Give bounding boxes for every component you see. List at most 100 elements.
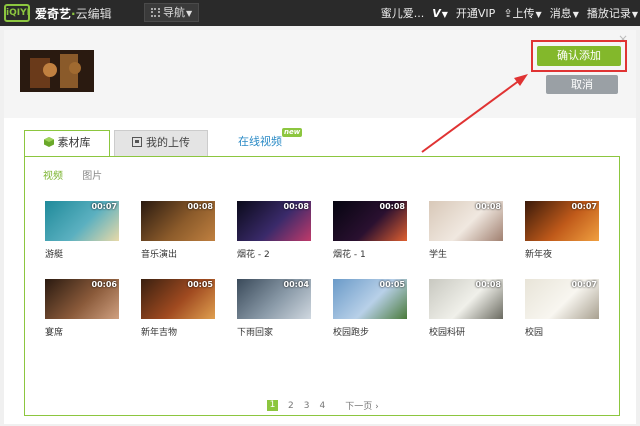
page-3[interactable]: 3 bbox=[304, 401, 310, 411]
cube-icon bbox=[43, 137, 54, 147]
video-duration: 00:05 bbox=[187, 280, 213, 289]
video-thumbnail[interactable]: 00:05 bbox=[141, 279, 215, 319]
upload-box-icon bbox=[132, 137, 142, 147]
video-title: 新年夜 bbox=[525, 250, 553, 260]
video-duration: 00:08 bbox=[283, 202, 309, 211]
chevron-down-icon: ▼ bbox=[631, 10, 638, 19]
chevron-down-icon: ▼ bbox=[441, 9, 448, 19]
messages-menu[interactable]: 消息▼ bbox=[550, 5, 579, 21]
cancel-button[interactable]: 取消 bbox=[546, 75, 618, 94]
history-label: 播放记录 bbox=[586, 7, 631, 20]
video-card[interactable]: 00:07 新年夜 bbox=[525, 201, 599, 260]
video-title: 烟花 - 2 bbox=[237, 250, 270, 260]
video-duration: 00:07 bbox=[571, 280, 597, 289]
video-title: 音乐演出 bbox=[141, 250, 178, 260]
tab-library[interactable]: 素材库 bbox=[24, 130, 110, 156]
video-thumbnail[interactable]: 00:08 bbox=[333, 201, 407, 241]
user-name: 蜜儿爱... bbox=[380, 7, 425, 20]
page-4[interactable]: 4 bbox=[319, 401, 325, 411]
video-title: 校园跑步 bbox=[333, 328, 370, 338]
video-card[interactable]: 00:07 游艇 bbox=[45, 201, 119, 260]
grid-icon bbox=[151, 8, 160, 17]
video-thumbnail[interactable]: 00:07 bbox=[525, 201, 599, 241]
video-card[interactable]: 00:05 新年吉物 bbox=[141, 279, 215, 338]
material-panel: 视频 图片 00:07 游艇 00:08 音乐演出 00:08 烟花 - 2 00:08 烟花… bbox=[24, 156, 620, 416]
iqiyi-logo[interactable]: iQIYI bbox=[4, 4, 30, 22]
video-thumbnail[interactable]: 00:06 bbox=[45, 279, 119, 319]
video-title: 烟花 - 1 bbox=[333, 250, 366, 260]
video-duration: 00:08 bbox=[379, 202, 405, 211]
confirm-highlight-box: 确认添加 bbox=[531, 40, 627, 72]
vip-level-icon[interactable]: V▼ bbox=[432, 7, 448, 20]
new-badge: new bbox=[282, 128, 303, 137]
video-duration: 00:08 bbox=[187, 202, 213, 211]
next-page-label: 下一页 bbox=[345, 402, 373, 412]
chevron-down-icon: ▼ bbox=[535, 10, 542, 19]
media-type-tabs: 视频 图片 bbox=[43, 167, 118, 182]
video-title: 下雨回家 bbox=[237, 328, 274, 338]
page-current[interactable]: 1 bbox=[267, 400, 278, 411]
video-title: 校园 bbox=[525, 328, 544, 338]
video-card[interactable]: 00:05 校园跑步 bbox=[333, 279, 407, 338]
video-title: 学生 bbox=[429, 250, 448, 260]
video-thumbnail[interactable]: 00:04 bbox=[237, 279, 311, 319]
subtab-video[interactable]: 视频 bbox=[43, 171, 63, 182]
open-vip-link[interactable]: 开通VIP bbox=[456, 5, 495, 21]
confirm-add-button[interactable]: 确认添加 bbox=[537, 46, 621, 66]
top-bar: iQIYI 爱奇艺·云编辑 导航▼ 蜜儿爱... V▼ 开通VIP ⇪上传▼ 消… bbox=[0, 0, 640, 26]
upload-label: 上传 bbox=[512, 7, 535, 20]
vip-mark: V bbox=[432, 6, 441, 20]
tab-my-uploads[interactable]: 我的上传 bbox=[114, 130, 208, 156]
chevron-down-icon: ▼ bbox=[572, 10, 579, 19]
video-duration: 00:04 bbox=[283, 280, 309, 289]
add-material-dialog: × 确认添加 取消 素材库 我的上传 在线视频 new 视频 图片 00:07 游… bbox=[4, 30, 636, 424]
subtab-image[interactable]: 图片 bbox=[82, 171, 102, 182]
video-duration: 00:08 bbox=[475, 202, 501, 211]
video-thumbnail[interactable]: 00:05 bbox=[333, 279, 407, 319]
history-menu[interactable]: 播放记录▼ bbox=[587, 5, 638, 21]
pagination: 1 2 3 4 下一页 › bbox=[267, 399, 379, 412]
brand-title[interactable]: 爱奇艺·云编辑 bbox=[35, 5, 112, 22]
video-thumbnail[interactable]: 00:07 bbox=[525, 279, 599, 319]
video-title: 宴席 bbox=[45, 328, 64, 338]
video-thumbnail[interactable]: 00:08 bbox=[429, 279, 503, 319]
video-card[interactable]: 00:08 学生 bbox=[429, 201, 503, 260]
messages-label: 消息 bbox=[549, 7, 572, 20]
selected-clip-thumbnail bbox=[20, 50, 94, 92]
nav-menu-button[interactable]: 导航▼ bbox=[144, 3, 200, 22]
tab-library-label: 素材库 bbox=[57, 136, 91, 149]
video-duration: 00:07 bbox=[91, 202, 117, 211]
video-card[interactable]: 00:04 下雨回家 bbox=[237, 279, 311, 338]
upload-menu[interactable]: ⇪上传▼ bbox=[503, 5, 541, 21]
video-duration: 00:08 bbox=[475, 280, 501, 289]
video-thumbnail[interactable]: 00:07 bbox=[45, 201, 119, 241]
video-card[interactable]: 00:08 音乐演出 bbox=[141, 201, 215, 260]
upload-icon: ⇪ bbox=[503, 7, 513, 20]
video-thumbnail[interactable]: 00:08 bbox=[237, 201, 311, 241]
chevron-down-icon: ▼ bbox=[186, 9, 193, 18]
video-title: 游艇 bbox=[45, 250, 64, 260]
video-card[interactable]: 00:08 校园科研 bbox=[429, 279, 503, 338]
video-card[interactable]: 00:08 烟花 - 2 bbox=[237, 201, 311, 260]
dialog-header: × 确认添加 取消 bbox=[4, 30, 636, 118]
page-2[interactable]: 2 bbox=[288, 401, 294, 411]
user-menu[interactable]: 蜜儿爱... bbox=[381, 5, 425, 21]
video-title: 新年吉物 bbox=[141, 328, 178, 338]
video-card[interactable]: 00:07 校园 bbox=[525, 279, 599, 338]
product-name: 云编辑 bbox=[75, 7, 112, 21]
brand-name: 爱奇艺 bbox=[35, 7, 72, 21]
nav-label: 导航 bbox=[163, 6, 185, 19]
video-title: 校园科研 bbox=[429, 328, 466, 338]
top-right-menu: 蜜儿爱... V▼ 开通VIP ⇪上传▼ 消息▼ 播放记录▼ bbox=[381, 0, 638, 26]
next-page-link[interactable]: 下一页 › bbox=[345, 399, 379, 412]
tab-my-uploads-label: 我的上传 bbox=[146, 136, 190, 149]
video-duration: 00:05 bbox=[379, 280, 405, 289]
logo-badge-text: iQIYI bbox=[6, 8, 30, 18]
chevron-right-icon: › bbox=[375, 402, 379, 412]
video-duration: 00:07 bbox=[571, 202, 597, 211]
video-card[interactable]: 00:08 烟花 - 1 bbox=[333, 201, 407, 260]
video-thumbnail[interactable]: 00:08 bbox=[141, 201, 215, 241]
video-duration: 00:06 bbox=[91, 280, 117, 289]
video-thumbnail[interactable]: 00:08 bbox=[429, 201, 503, 241]
video-card[interactable]: 00:06 宴席 bbox=[45, 279, 119, 338]
